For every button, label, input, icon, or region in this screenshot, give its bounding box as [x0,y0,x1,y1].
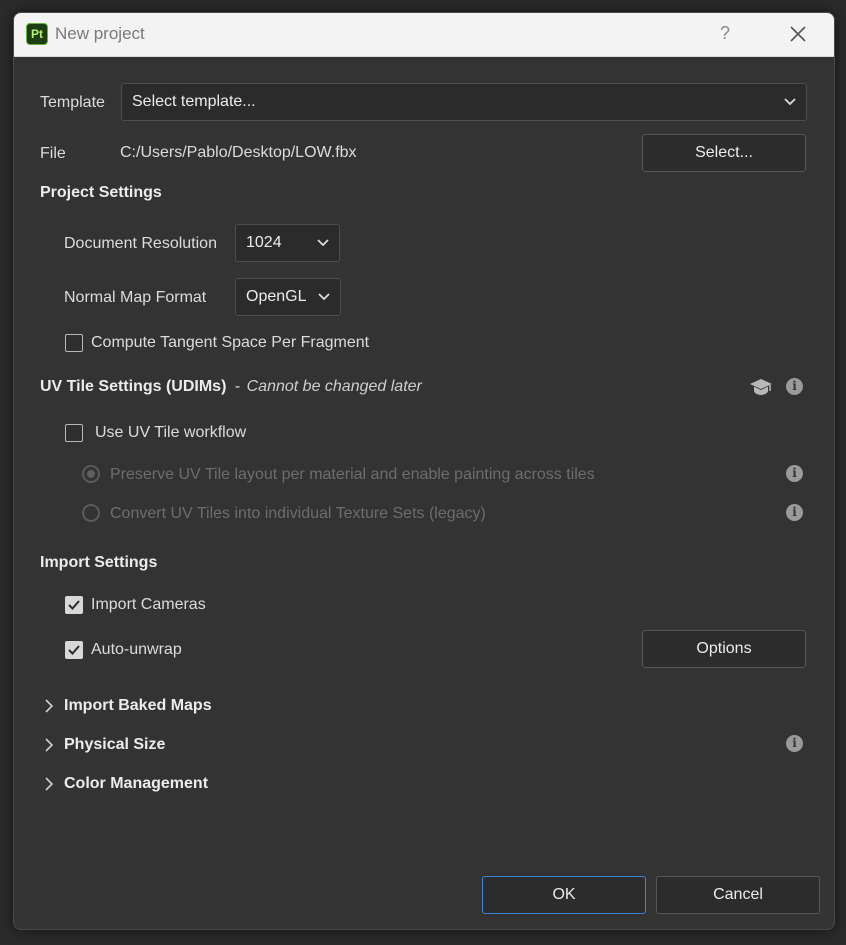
import-baked-maps-section[interactable]: Import Baked Maps [44,697,344,719]
template-dropdown-value: Select template... [132,93,256,110]
info-icon[interactable]: i [786,735,803,752]
chevron-right-icon [45,777,54,791]
file-path: C:/Users/Pablo/Desktop/LOW.fbx [120,144,357,161]
chevron-down-icon [318,293,330,301]
checkmark-icon [68,600,80,610]
template-label: Template [40,94,105,111]
project-settings-heading: Project Settings [40,184,162,201]
new-project-dialog: Pt New project ? Template Select templat… [13,12,835,930]
convert-uv-tiles-label: Convert UV Tiles into individual Texture… [110,505,486,522]
preserve-uv-tile-label: Preserve UV Tile layout per material and… [110,466,595,483]
graduation-cap-icon[interactable] [749,377,773,397]
document-resolution-label: Document Resolution [64,235,217,252]
physical-size-label: Physical Size [64,736,166,753]
template-dropdown[interactable]: Select template... [121,83,807,121]
info-icon[interactable]: i [786,465,803,482]
document-resolution-dropdown[interactable]: 1024 [235,224,340,262]
auto-unwrap-label: Auto-unwrap [91,641,182,658]
ok-button[interactable]: OK [482,876,646,914]
title-bar: Pt New project ? [14,13,834,57]
normal-map-format-value: OpenGL [246,288,307,305]
auto-unwrap-options-button[interactable]: Options [642,630,806,668]
physical-size-section[interactable]: Physical Size [44,736,344,758]
file-label: File [40,145,66,162]
color-management-section[interactable]: Color Management [44,775,344,797]
color-management-label: Color Management [64,775,209,792]
chevron-down-icon [317,239,329,247]
checkmark-icon [68,645,80,655]
import-settings-heading: Import Settings [40,554,158,571]
auto-unwrap-checkbox[interactable] [65,641,83,659]
use-uv-tile-workflow-label: Use UV Tile workflow [95,424,247,441]
uv-tile-separator: - [234,378,241,395]
normal-map-format-dropdown[interactable]: OpenGL [235,278,341,316]
chevron-right-icon [45,738,54,752]
document-resolution-value: 1024 [246,234,282,251]
chevron-right-icon [45,699,54,713]
select-file-button[interactable]: Select... [642,134,806,172]
import-cameras-checkbox[interactable] [65,596,83,614]
close-icon[interactable] [789,25,807,43]
import-baked-maps-label: Import Baked Maps [64,697,212,714]
use-uv-tile-workflow-checkbox[interactable] [65,424,83,442]
info-icon[interactable]: i [786,504,803,521]
cancel-button[interactable]: Cancel [656,876,820,914]
compute-tangent-label: Compute Tangent Space Per Fragment [91,334,370,351]
convert-uv-tiles-radio[interactable] [82,504,100,522]
dialog-title: New project [55,24,145,43]
chevron-down-icon [784,98,796,106]
app-logo: Pt [26,23,48,45]
uv-tile-settings-heading: UV Tile Settings (UDIMs) [40,378,227,395]
info-icon[interactable]: i [786,378,803,395]
compute-tangent-checkbox[interactable] [65,334,83,352]
help-button[interactable]: ? [720,23,730,44]
normal-map-format-label: Normal Map Format [64,289,207,306]
uv-tile-note: Cannot be changed later [246,378,422,395]
import-cameras-label: Import Cameras [91,596,206,613]
preserve-uv-tile-radio[interactable] [82,465,100,483]
uv-tile-settings-header: UV Tile Settings (UDIMs) - Cannot be cha… [40,378,422,396]
